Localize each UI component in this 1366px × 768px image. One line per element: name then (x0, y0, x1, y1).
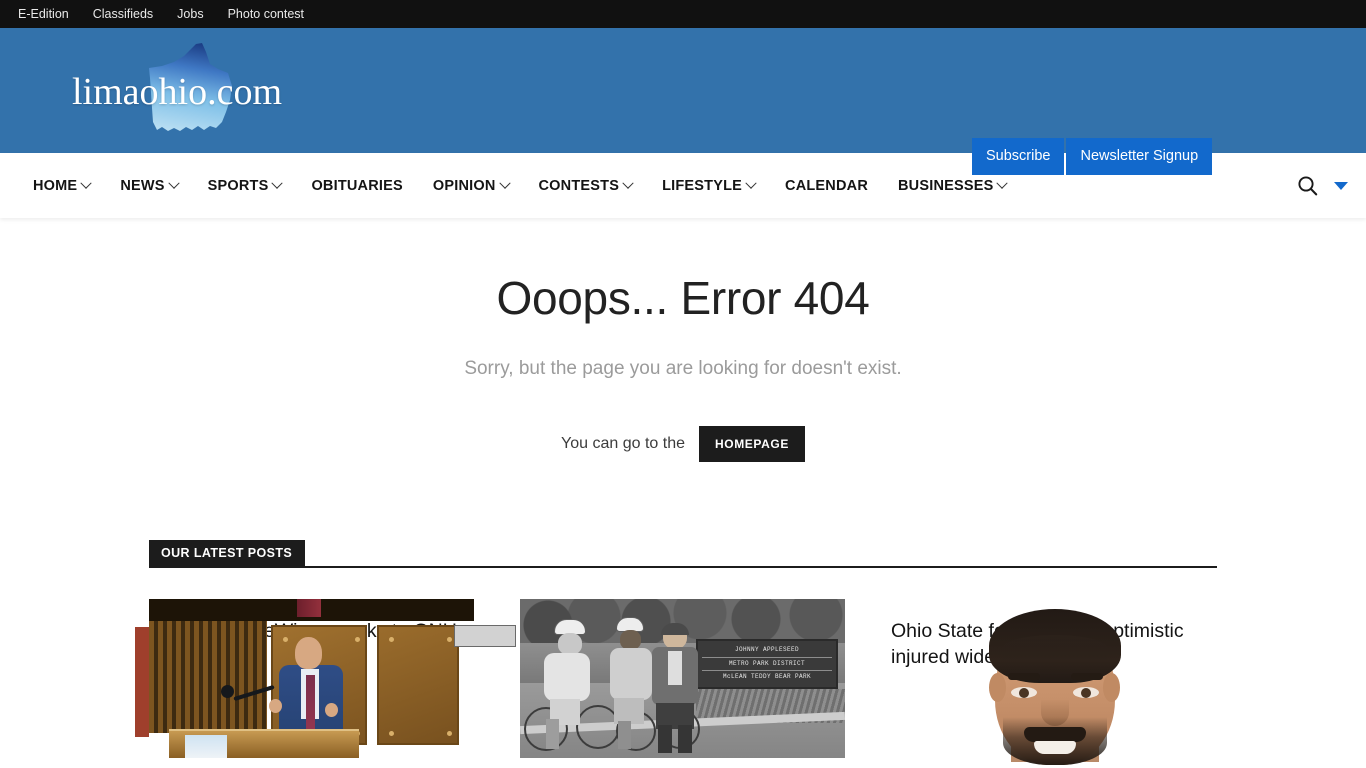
top-utility-bar: E-Edition Classifieds Jobs Photo contest (0, 0, 1366, 28)
nav-label-contests: CONTESTS (538, 177, 620, 194)
topbar-link-classifieds[interactable]: Classifieds (81, 0, 165, 28)
subscribe-button[interactable]: Subscribe (972, 138, 1065, 176)
nav-cta-group: Subscribe Newsletter Signup (972, 138, 1213, 176)
nav-label-home: HOME (33, 177, 78, 194)
chevron-down-icon[interactable] (1334, 181, 1348, 190)
main-navigation: HOME NEWS SPORTS OBITUARIES OPINION CONT… (0, 138, 1366, 218)
page-title: Ooops... Error 404 (496, 272, 870, 324)
nav-label-sports: SPORTS (207, 177, 269, 194)
topbar-link-photo-contest[interactable]: Photo contest (216, 0, 316, 28)
section-title-badge: OUR LATEST POSTS (149, 539, 306, 566)
latest-posts-header: OUR LATEST POSTS (149, 539, 1217, 568)
homepage-button[interactable]: HOMEPAGE (699, 426, 805, 462)
homepage-cta-row: You can go to the HOMEPAGE (0, 426, 1366, 462)
nav-right-tools (1297, 175, 1348, 196)
topbar-link-e-edition[interactable]: E-Edition (18, 0, 81, 28)
nav-item-lifestyle[interactable]: LIFESTYLE (647, 177, 770, 194)
latest-posts-grid: Justice Pat DeWine speaks to ONU student… (135, 599, 1217, 765)
nav-label-obituaries: OBITUARIES (311, 177, 403, 194)
nav-label-opinion: OPINION (432, 177, 496, 194)
logo-text-dotcom: .com (207, 71, 283, 113)
site-masthead: limaohio.com (0, 28, 1366, 153)
latest-posts-section: OUR LATEST POSTS Ohio State optimistic i… (135, 539, 1217, 765)
error-subtitle: Sorry, but the page you are looking for … (464, 358, 902, 379)
logo-text-ohio: ohio (139, 71, 208, 113)
nav-label-news: NEWS (120, 177, 165, 194)
nav-item-news[interactable]: NEWS (105, 177, 192, 194)
nav-label-calendar: CALENDAR (785, 177, 868, 194)
search-icon[interactable] (1297, 175, 1318, 196)
homepage-cta-label: You can go to the (561, 435, 686, 452)
nav-label-businesses: BUSINESSES (898, 177, 994, 194)
nav-item-obituaries[interactable]: OBITUARIES (296, 178, 417, 194)
chevron-down-icon (996, 177, 1009, 189)
chevron-down-icon (745, 177, 757, 189)
topbar-link-jobs[interactable]: Jobs (165, 0, 215, 28)
site-logo-text: limaohio.com (72, 70, 282, 114)
page-content: Ooops... Error 404 Sorry, but the page y… (0, 218, 1366, 765)
nav-item-businesses[interactable]: BUSINESSES (883, 177, 1021, 194)
nav-item-contests[interactable]: CONTESTS (524, 177, 648, 194)
list-item: JOHNNY APPLESEED METRO PARK DISTRICT McL… (454, 599, 846, 758)
chevron-down-icon (80, 177, 92, 189)
nav-item-sports[interactable]: SPORTS (193, 177, 297, 194)
logo-text-lima: lima (72, 71, 140, 113)
nav-item-list: HOME NEWS SPORTS OBITUARIES OPINION CONT… (0, 177, 1021, 194)
nav-item-opinion[interactable]: OPINION (418, 177, 524, 194)
chevron-down-icon (271, 177, 284, 189)
nav-item-home[interactable]: HOME (33, 177, 105, 194)
error-block: Ooops... Error 404 Sorry, but the page y… (0, 218, 1366, 462)
chevron-down-icon (167, 177, 180, 189)
chevron-down-icon (498, 177, 511, 189)
nav-label-lifestyle: LIFESTYLE (662, 177, 743, 194)
chevron-down-icon (622, 177, 634, 189)
list-item: Justice Pat DeWine speaks to ONU student… (135, 599, 474, 758)
nav-item-calendar[interactable]: CALENDAR (770, 178, 883, 194)
newsletter-signup-button[interactable]: Newsletter Signup (1066, 138, 1213, 176)
site-logo[interactable]: limaohio.com (66, 42, 336, 142)
list-item: Ohio State football: Day optimistic inju… (891, 599, 1216, 765)
